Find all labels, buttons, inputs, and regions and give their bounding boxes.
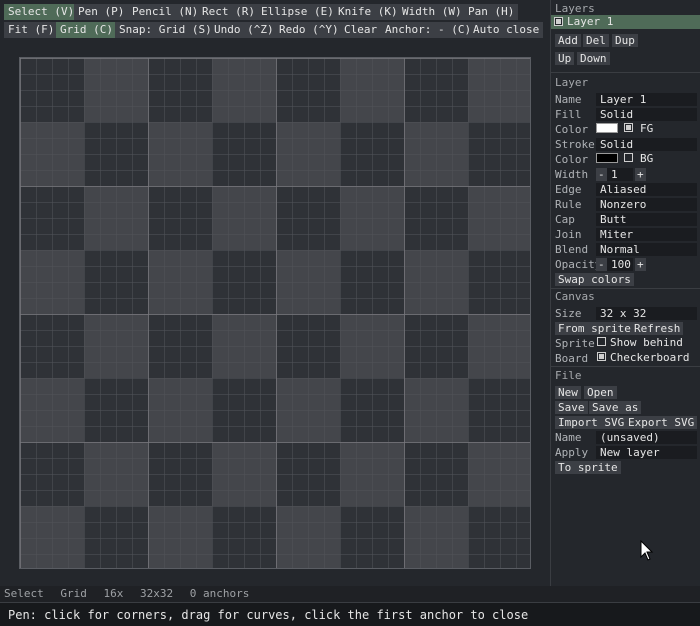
status-bar: Select Grid 16x 32x32 0 anchors [0, 586, 700, 602]
blend-select[interactable]: Normal [596, 243, 697, 256]
move-layer-up-button[interactable]: Up [555, 52, 575, 65]
swap-colors-button[interactable]: Swap colors [555, 273, 634, 286]
width-increment-button[interactable]: + [635, 168, 646, 181]
pen-tool-button[interactable]: Pen (P) [74, 4, 129, 20]
file-name-field[interactable]: (unsaved) [596, 431, 697, 444]
divider [551, 72, 700, 73]
pan-tool-button[interactable]: Pan (H) [464, 4, 519, 20]
auto-close-button[interactable]: Auto close [469, 22, 544, 38]
to-sprite-button[interactable]: To sprite [555, 461, 621, 474]
edge-select[interactable]: Aliased [596, 183, 697, 196]
anchor-button[interactable]: Anchor: - (C) [381, 22, 476, 38]
layer-list-item-label: Layer 1 [567, 15, 614, 28]
save-as-button[interactable]: Save as [589, 401, 642, 414]
pencil-tool-button[interactable]: Pencil (N) [128, 4, 203, 20]
rect-tool-button[interactable]: Rect (R) [198, 4, 259, 20]
canvas-area [0, 0, 550, 586]
layer-name-label: Name [555, 93, 582, 106]
width-value-field[interactable]: 1 [607, 168, 633, 181]
board-label: Board [555, 352, 589, 365]
divider [551, 366, 700, 367]
file-name-label: Name [555, 431, 582, 444]
show-behind-checkbox[interactable] [597, 337, 606, 346]
clear-button[interactable]: Clear [340, 22, 382, 38]
layer-visibility-checkbox[interactable] [554, 17, 563, 26]
undo-button[interactable]: Undo (^Z) [210, 22, 278, 38]
opacity-label: Opacity [555, 258, 602, 271]
from-sprite-button[interactable]: From sprite [555, 322, 634, 335]
cap-select[interactable]: Butt [596, 213, 697, 226]
duplicate-layer-button[interactable]: Dup [612, 34, 638, 47]
save-button[interactable]: Save [555, 401, 588, 414]
properties-panel: Layers Layer 1 Add Del Dup Up Down Layer… [550, 0, 700, 586]
opacity-increment-button[interactable]: + [635, 258, 646, 271]
canvas-size-field[interactable]: 32 x 32 [596, 307, 697, 320]
fill-label: Fill [555, 108, 582, 121]
fill-fg-checkbox[interactable] [624, 123, 633, 132]
stroke-bg-tag: BG [640, 152, 654, 165]
width-label: Width [555, 168, 589, 181]
stroke-color-label: Color [555, 153, 589, 166]
new-file-button[interactable]: New [555, 386, 581, 399]
layer-list-item[interactable]: Layer 1 [551, 15, 700, 29]
open-file-button[interactable]: Open [584, 386, 617, 399]
status-anchors: 0 anchors [189, 587, 250, 600]
layer-name-field[interactable]: Layer 1 [596, 93, 697, 106]
fit-button[interactable]: Fit (F) [4, 22, 59, 38]
status-tool: Select [4, 587, 44, 600]
layer-section-title: Layer [555, 76, 589, 89]
opacity-value-field[interactable]: 100 [607, 258, 633, 271]
opacity-decrement-button[interactable]: - [596, 258, 607, 271]
fill-color-label: Color [555, 123, 589, 136]
import-svg-button[interactable]: Import SVG [555, 416, 628, 429]
stroke-bg-checkbox[interactable] [624, 153, 633, 162]
select-tool-button[interactable]: Select (V) [4, 4, 79, 20]
width-decrement-button[interactable]: - [596, 168, 607, 181]
divider [551, 288, 700, 289]
status-size: 32x32 [140, 587, 174, 600]
delete-layer-button[interactable]: Del [583, 34, 609, 47]
add-layer-button[interactable]: Add [555, 34, 581, 47]
cap-label: Cap [555, 213, 575, 226]
ellipse-tool-button[interactable]: Ellipse (E) [257, 4, 338, 20]
fill-select[interactable]: Solid [596, 108, 697, 121]
layers-section-title: Layers [555, 2, 595, 15]
sprite-label: Sprite [555, 337, 595, 350]
fill-color-swatch[interactable] [596, 123, 618, 133]
drawing-canvas[interactable] [19, 57, 531, 569]
redo-button[interactable]: Redo (^Y) [275, 22, 343, 38]
mouse-cursor-icon [640, 540, 654, 561]
show-behind-label: Show behind [610, 336, 683, 349]
refresh-button[interactable]: Refresh [631, 322, 684, 335]
stroke-color-swatch[interactable] [596, 153, 618, 163]
join-select[interactable]: Miter [596, 228, 697, 241]
canvas-section-title: Canvas [555, 290, 595, 303]
apply-label: Apply [555, 446, 589, 459]
snap-button[interactable]: Snap: Grid (S) [115, 22, 216, 38]
fill-fg-tag: FG [640, 122, 654, 135]
move-layer-down-button[interactable]: Down [577, 52, 610, 65]
knife-tool-button[interactable]: Knife (K) [334, 4, 402, 20]
file-section-title: File [555, 369, 582, 382]
blend-label: Blend [555, 243, 589, 256]
rule-select[interactable]: Nonzero [596, 198, 697, 211]
status-zoom: 16x [103, 587, 124, 600]
join-label: Join [555, 228, 582, 241]
stroke-label: Stroke [555, 138, 595, 151]
edge-label: Edge [555, 183, 582, 196]
checkerboard-label: Checkerboard [610, 351, 690, 364]
width-tool-button[interactable]: Width (W) [398, 4, 466, 20]
checkerboard-checkbox[interactable] [597, 352, 606, 361]
canvas-size-label: Size [555, 307, 582, 320]
hint-bar: Pen: click for corners, drag for curves,… [0, 602, 700, 626]
stroke-select[interactable]: Solid [596, 138, 697, 151]
apply-select[interactable]: New layer [596, 446, 697, 459]
rule-label: Rule [555, 198, 582, 211]
grid-toggle-button[interactable]: Grid (C) [56, 22, 117, 38]
status-grid: Grid [60, 587, 87, 600]
export-svg-button[interactable]: Export SVG [625, 416, 698, 429]
